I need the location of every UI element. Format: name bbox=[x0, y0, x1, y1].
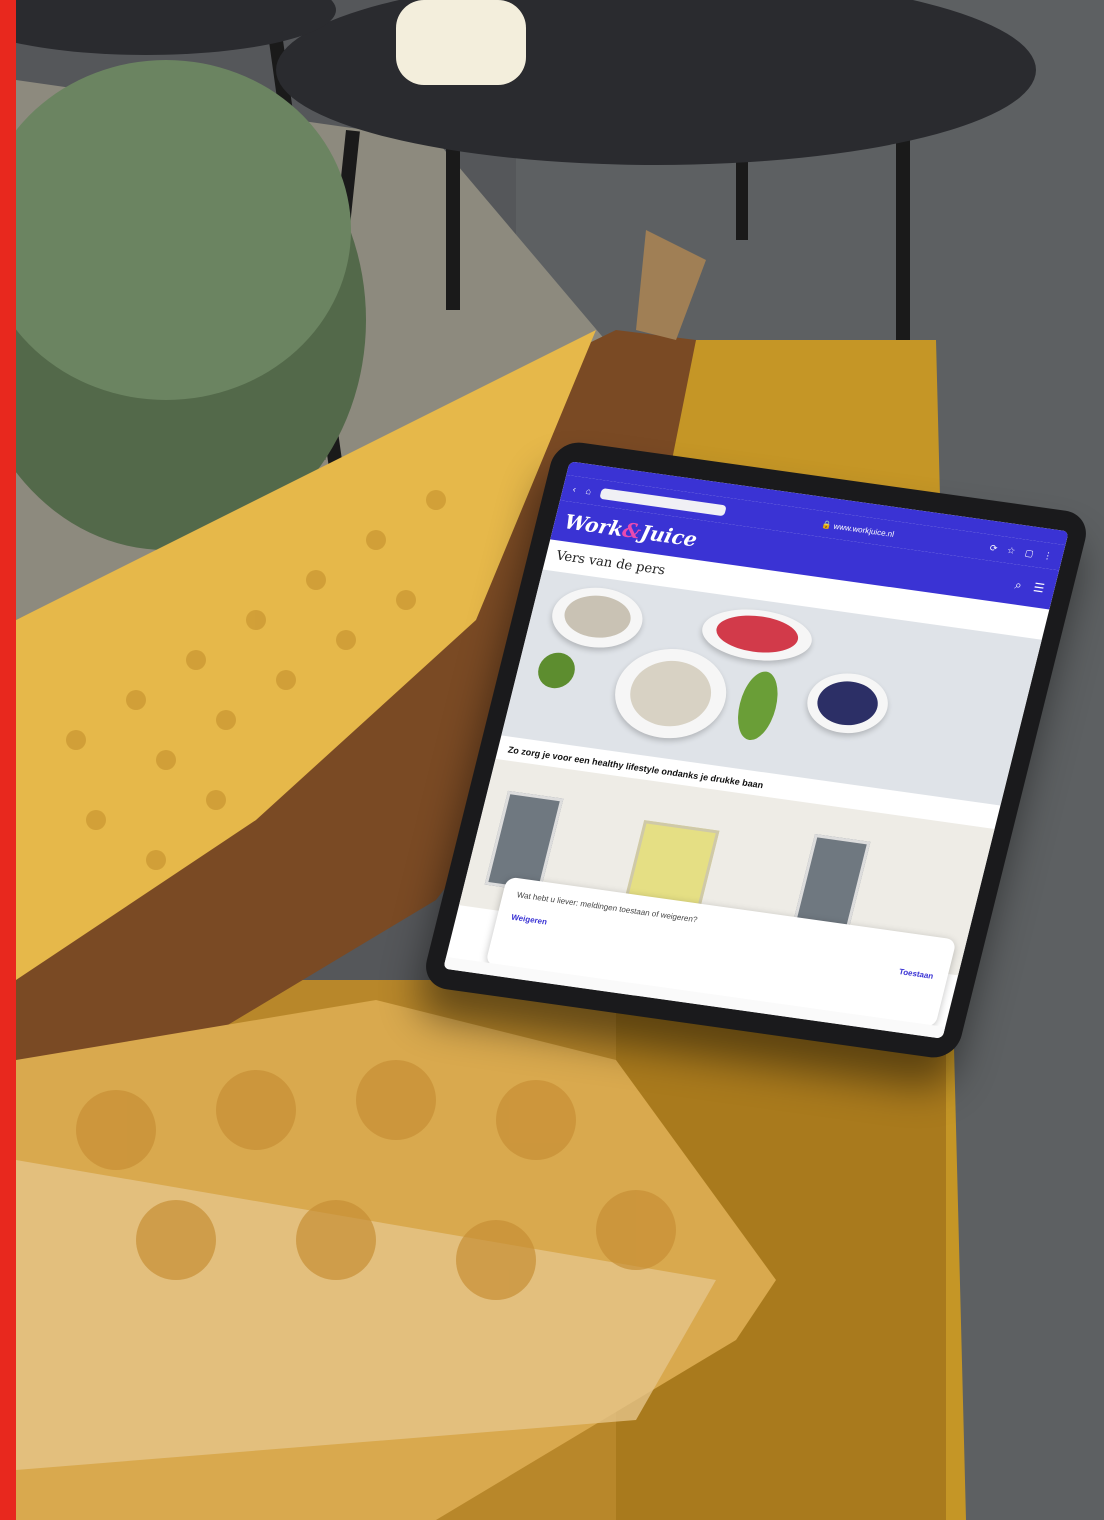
search-icon[interactable]: ⌕ bbox=[1013, 577, 1024, 593]
lock-icon: 🔒 bbox=[820, 519, 833, 530]
home-icon[interactable]: ⌂ bbox=[585, 486, 593, 497]
logo-text-juice: Juice bbox=[637, 520, 700, 552]
menu-icon[interactable]: ⋮ bbox=[1042, 550, 1053, 562]
back-arrow-icon[interactable]: ‹ bbox=[572, 484, 577, 494]
header-actions: ⌕ ☰ bbox=[1013, 577, 1047, 596]
allow-button[interactable]: Toestaan bbox=[898, 967, 934, 981]
reload-icon[interactable]: ⟳ bbox=[988, 542, 999, 554]
kiwi bbox=[534, 650, 579, 691]
accent-stripe bbox=[0, 0, 16, 1520]
window bbox=[484, 790, 564, 893]
tabs-icon[interactable]: ▢ bbox=[1024, 547, 1035, 559]
hamburger-icon[interactable]: ☰ bbox=[1032, 580, 1046, 596]
url-text: www.workjuice.nl bbox=[832, 521, 896, 539]
star-icon[interactable]: ☆ bbox=[1006, 545, 1016, 557]
kiwi bbox=[731, 669, 785, 743]
tablet-screen: ‹ ⌂ 🔒 www.workjuice.nl ⟳ ☆ ▢ ⋮ Work&Juic… bbox=[443, 461, 1069, 1039]
decline-button[interactable]: Weigeren bbox=[510, 913, 548, 927]
logo-text-work: Work bbox=[562, 509, 626, 542]
photo-scene: ‹ ⌂ 🔒 www.workjuice.nl ⟳ ☆ ▢ ⋮ Work&Juic… bbox=[16, 0, 1104, 1520]
